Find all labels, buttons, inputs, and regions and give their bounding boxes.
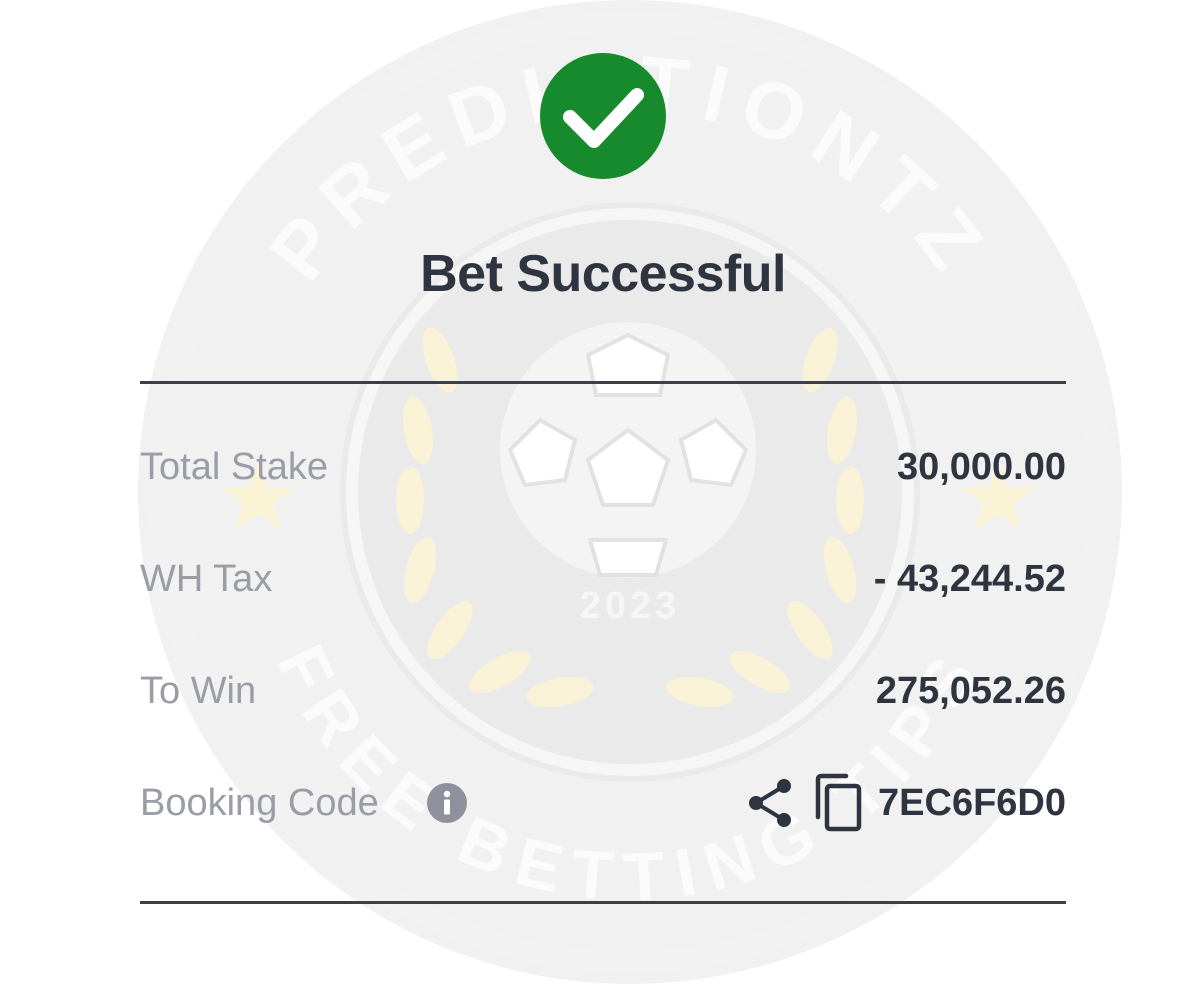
total-stake-row: Total Stake 30,000.00 bbox=[140, 442, 1066, 492]
wh-tax-row: WH Tax - 43,244.52 bbox=[140, 554, 1066, 604]
divider-bottom bbox=[140, 901, 1066, 904]
check-circle-icon bbox=[540, 53, 666, 179]
copy-icon[interactable] bbox=[812, 773, 864, 833]
divider-top bbox=[140, 381, 1066, 384]
bet-receipt: Bet Successful Total Stake 30,000.00 WH … bbox=[0, 0, 1200, 1004]
booking-code-label: Booking Code bbox=[140, 782, 379, 824]
booking-code-value[interactable]: 7EC6F6D0 bbox=[878, 778, 1066, 828]
page-title: Bet Successful bbox=[420, 245, 786, 303]
wh-tax-value: - 43,244.52 bbox=[873, 558, 1066, 600]
to-win-value: 275,052.26 bbox=[875, 670, 1066, 712]
info-icon[interactable] bbox=[427, 783, 467, 823]
to-win-label: To Win bbox=[140, 670, 257, 712]
booking-code-row: Booking Code 7EC6F6D0 bbox=[140, 773, 1066, 832]
total-stake-label: Total Stake bbox=[140, 446, 328, 488]
total-stake-value: 30,000.00 bbox=[896, 446, 1066, 488]
share-icon[interactable] bbox=[744, 777, 796, 829]
wh-tax-label: WH Tax bbox=[140, 558, 273, 600]
booking-code-actions: 7EC6F6D0 bbox=[744, 773, 1066, 832]
to-win-row: To Win 275,052.26 bbox=[140, 666, 1066, 716]
